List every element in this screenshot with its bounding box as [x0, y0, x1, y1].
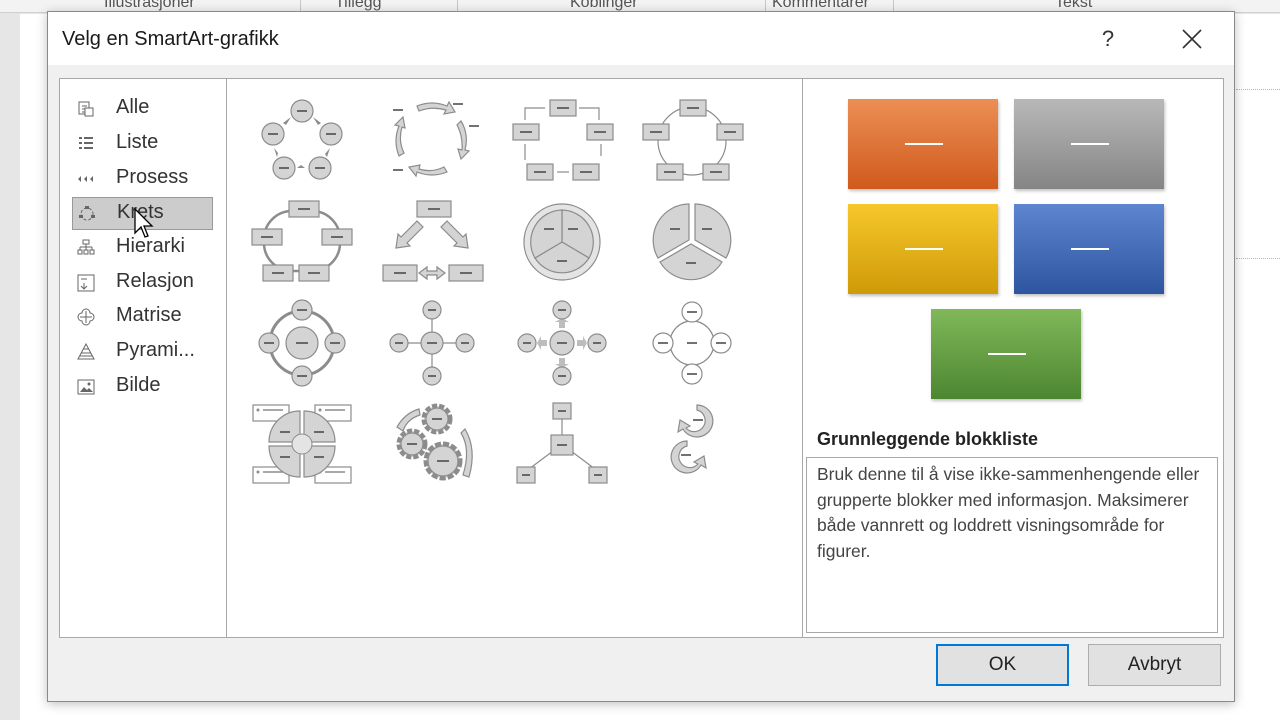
category-item-matrix[interactable]: Matrise [72, 301, 213, 334]
layout-radial-cycle[interactable] [247, 298, 357, 388]
layout-gear[interactable] [377, 399, 487, 489]
layout-basic-radial[interactable] [377, 298, 487, 388]
hierarchy-icon [77, 239, 95, 255]
smartart-dialog: Velg en SmartArt-grafikk ? Alle Liste Pr… [47, 11, 1235, 702]
category-label: Alle [116, 96, 150, 118]
preview-panel: Grunnleggende blokkliste Bruk denne til … [803, 79, 1223, 637]
category-label: Prosess [116, 166, 189, 188]
category-list: Alle Liste Prosess Krets Hierarki Relasj… [60, 79, 227, 637]
layout-diverging-radial[interactable] [507, 298, 617, 388]
category-item-all[interactable]: Alle [72, 93, 213, 126]
layout-text-cycle[interactable] [377, 96, 487, 186]
multidirectional-cycle-icon [523, 203, 601, 281]
preview-block-orange [848, 99, 998, 189]
category-item-process[interactable]: Prosess [72, 163, 213, 196]
cycle-matrix-icon [252, 404, 352, 484]
process-icon [78, 176, 93, 182]
layout-multidirectional-cycle[interactable] [507, 197, 617, 287]
continuous-cycle-icon [382, 200, 484, 282]
circular-arrows-icon [670, 404, 714, 474]
preview-block-gray [1014, 99, 1164, 189]
picture-icon [77, 379, 95, 395]
text-cycle-icon [393, 100, 479, 178]
layout-circular-arrows[interactable] [637, 399, 747, 489]
layout-segmented-cycle[interactable] [637, 96, 747, 186]
cancel-button[interactable]: Avbryt [1088, 644, 1221, 686]
list-icon [79, 137, 93, 149]
preview-block-green [931, 309, 1081, 399]
category-label: Bilde [116, 374, 161, 396]
preview-description: Bruk denne til å vise ikke-sammenhengend… [806, 457, 1218, 633]
category-label: Liste [116, 131, 159, 153]
radial-cycle-icon [258, 299, 346, 387]
block-cycle-icon [512, 99, 614, 181]
document-guide-line [1236, 89, 1280, 90]
category-label: Relasjon [116, 270, 194, 292]
ok-button[interactable]: OK [936, 644, 1069, 686]
preview-block-blue [1014, 204, 1164, 294]
diverging-radial-icon [517, 300, 607, 386]
basic-cycle-icon [261, 99, 343, 180]
layout-cycle-matrix[interactable] [247, 399, 357, 489]
close-button[interactable] [1168, 18, 1216, 60]
layout-basic-pie[interactable] [637, 197, 747, 287]
layout-radial-cluster[interactable] [637, 298, 747, 388]
category-item-picture[interactable]: Bilde [72, 371, 213, 404]
mouse-cursor-icon [134, 208, 154, 238]
category-label: Pyrami... [116, 339, 195, 361]
layout-basic-cycle[interactable] [247, 96, 357, 186]
basic-radial-icon [389, 300, 475, 386]
dialog-content-frame: Alle Liste Prosess Krets Hierarki Relasj… [59, 78, 1224, 638]
preview-title: Grunnleggende blokkliste [817, 429, 1039, 449]
layout-continuous-cycle[interactable] [377, 197, 487, 287]
gear-icon [396, 403, 473, 481]
preview-block-yellow [848, 204, 998, 294]
close-icon [1182, 29, 1202, 49]
dialog-titlebar: Velg en SmartArt-grafikk ? [48, 12, 1234, 65]
radial-cluster-icon [652, 301, 732, 385]
dialog-title: Velg en SmartArt-grafikk [62, 28, 279, 50]
layout-radial-venn[interactable] [507, 399, 617, 489]
help-button[interactable]: ? [1088, 20, 1128, 58]
category-item-relationship[interactable]: Relasjon [72, 267, 213, 300]
category-item-list[interactable]: Liste [72, 128, 213, 161]
basic-pie-icon [652, 203, 732, 281]
layout-block-cycle[interactable] [507, 96, 617, 186]
layout-nondirectional-cycle[interactable] [247, 197, 357, 287]
layout-gallery [227, 79, 803, 637]
segmented-cycle-icon [642, 99, 744, 181]
nondirectional-cycle-icon [251, 200, 353, 282]
relationship-icon [77, 274, 95, 292]
pyramid-icon [77, 343, 95, 360]
all-icon [78, 101, 94, 117]
matrix-icon [77, 308, 95, 326]
document-guide-line [1236, 258, 1280, 259]
radial-venn-icon [516, 402, 608, 484]
category-label: Matrise [116, 304, 182, 326]
cycle-icon [79, 206, 95, 221]
category-item-pyramid[interactable]: Pyrami... [72, 336, 213, 369]
